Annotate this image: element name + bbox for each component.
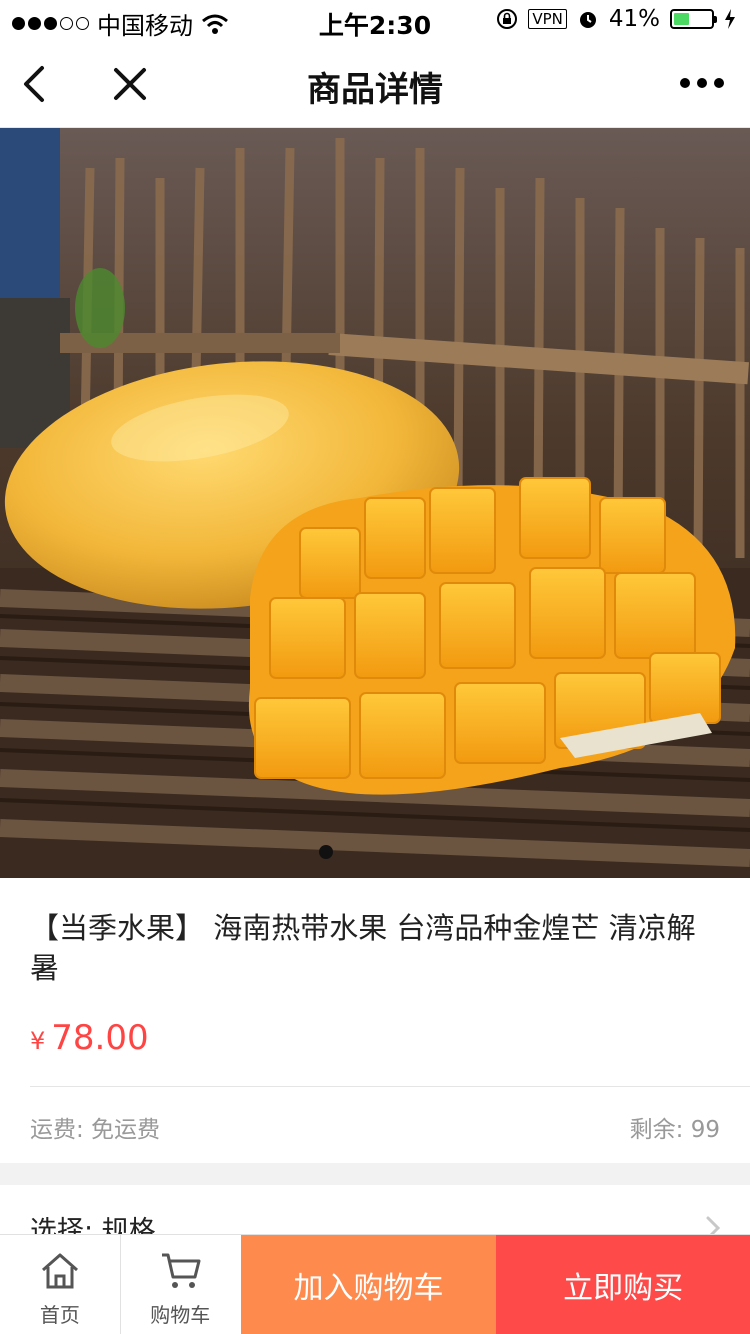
charging-icon bbox=[725, 9, 735, 29]
currency-symbol: ¥ bbox=[30, 1027, 46, 1055]
page-title: 商品详情 bbox=[307, 70, 443, 110]
vpn-badge: VPN bbox=[528, 9, 567, 29]
shipping-fee: 运费: 免运费 bbox=[30, 1117, 161, 1143]
home-button[interactable]: 首页 bbox=[0, 1235, 120, 1334]
battery-icon bbox=[670, 9, 717, 29]
product-info: 【当季水果】 海南热带水果 台湾品种金煌芒 清凉解暑 ¥ 78.00 运费: 免… bbox=[0, 878, 750, 1163]
product-detail-page: 中国移动 上午2:30 VPN 41% 商品详情 【当季水果】 海南热带水果 台… bbox=[0, 0, 750, 1334]
product-image bbox=[0, 128, 750, 878]
price-value: 78.00 bbox=[51, 1018, 149, 1058]
status-indicators: VPN 41% bbox=[496, 6, 736, 32]
divider bbox=[30, 1086, 750, 1087]
bottom-action-bar: 首页 购物车 加入购物车 立即购买 bbox=[0, 1234, 750, 1334]
product-title: 【当季水果】 海南热带水果 台湾品种金煌芒 清凉解暑 bbox=[30, 911, 696, 985]
more-dots-icon[interactable] bbox=[680, 76, 724, 90]
add-to-cart-button[interactable]: 加入购物车 bbox=[240, 1235, 497, 1334]
cart-label: 购物车 bbox=[150, 1303, 211, 1327]
cart-icon bbox=[161, 1253, 201, 1288]
buy-now-button[interactable]: 立即购买 bbox=[496, 1235, 750, 1334]
status-bar: 中国移动 上午2:30 VPN 41% bbox=[0, 0, 750, 40]
alarm-icon bbox=[579, 12, 596, 28]
battery-percent: 41% bbox=[608, 6, 660, 32]
navigation-bar: 商品详情 bbox=[0, 40, 750, 128]
rotation-lock-icon bbox=[497, 9, 518, 29]
home-label: 首页 bbox=[39, 1303, 80, 1327]
carousel-indicator-dot[interactable] bbox=[319, 845, 333, 859]
product-price: ¥ 78.00 bbox=[30, 1018, 149, 1058]
cart-button[interactable]: 购物车 bbox=[119, 1235, 240, 1334]
product-image-carousel[interactable] bbox=[0, 128, 750, 878]
stock-remaining: 剩余: 99 bbox=[629, 1117, 720, 1143]
home-icon bbox=[42, 1253, 78, 1289]
